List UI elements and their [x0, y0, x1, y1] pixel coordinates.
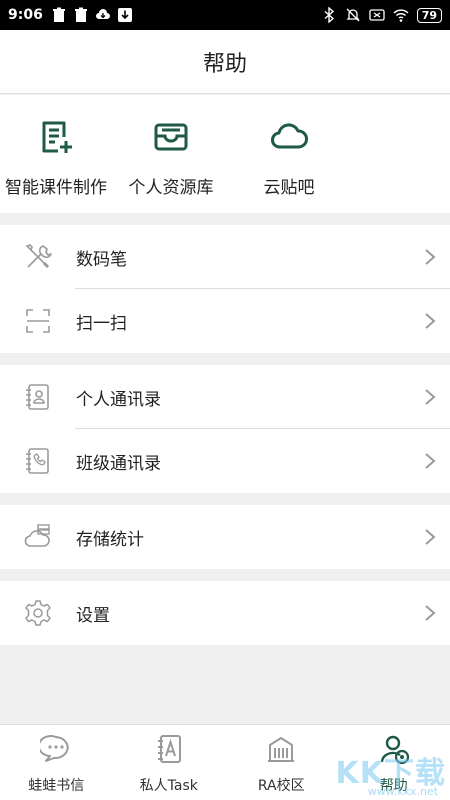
download-icon	[117, 8, 132, 22]
status-time: 9:06	[8, 7, 43, 23]
tab-label: 私人Task	[139, 778, 198, 794]
phone-book-icon	[26, 448, 49, 474]
chevron-right-icon	[425, 313, 436, 329]
menu-label: 班级通讯录	[76, 453, 161, 474]
chevron-right-icon	[425, 249, 436, 265]
watermark-url: www.kkx.net	[367, 785, 438, 798]
shortcut-cloud-forum[interactable]: 云贴吧	[230, 95, 348, 213]
tab-label: 蛙蛙书信	[28, 778, 85, 794]
menu-label: 数码笔	[76, 249, 127, 270]
page-title: 帮助	[202, 51, 247, 77]
shortcut-label: 云贴吧	[263, 178, 315, 198]
menu-label: 个人通讯录	[76, 389, 161, 410]
chat-bubble-icon	[40, 735, 69, 762]
menu-group-tools: 数码笔 扫一扫	[0, 225, 450, 353]
shortcut-label: 智能课件制作	[5, 178, 107, 198]
menu-item-personal-contacts[interactable]: 个人通讯录	[0, 365, 450, 429]
page-header: 帮助	[0, 30, 450, 94]
scan-icon	[26, 309, 50, 333]
menu-label: 存储统计	[76, 529, 144, 550]
menu-item-class-contacts[interactable]: 班级通讯录	[0, 429, 450, 493]
status-bar: 9:06 79	[0, 0, 450, 30]
trash-icon	[52, 7, 65, 22]
menu-group-settings: 设置	[0, 581, 450, 645]
tab-letters[interactable]: 蛙蛙书信	[0, 725, 113, 800]
tab-private-task[interactable]: 私人Task	[113, 725, 226, 800]
menu-item-digital-pen[interactable]: 数码笔	[0, 225, 450, 289]
chevron-right-icon	[425, 453, 436, 469]
chevron-right-icon	[425, 529, 436, 545]
gear-icon	[25, 600, 51, 626]
cloud-icon	[271, 123, 308, 149]
inbox-tray-icon	[154, 123, 188, 151]
tools-icon	[25, 244, 52, 269]
cloud-storage-icon	[24, 524, 50, 547]
menu-item-scan[interactable]: 扫一扫	[0, 289, 450, 353]
campus-building-icon	[268, 737, 295, 762]
document-plus-icon	[42, 121, 72, 153]
menu-item-storage-stats[interactable]: 存储统计	[0, 505, 450, 569]
sim-off-icon	[369, 9, 385, 21]
notebook-a-icon	[157, 735, 181, 763]
shortcut-personal-library[interactable]: 个人资源库	[112, 95, 230, 213]
bell-off-icon	[346, 8, 360, 22]
tab-ra-campus[interactable]: RA校区	[225, 725, 338, 800]
menu-group-contacts: 个人通讯录 班级通讯录	[0, 365, 450, 493]
shortcut-smart-courseware[interactable]: 智能课件制作	[0, 95, 112, 213]
menu-label: 扫一扫	[76, 313, 127, 334]
menu-group-storage: 存储统计	[0, 505, 450, 569]
wifi-icon	[393, 9, 409, 22]
address-book-icon	[26, 384, 49, 410]
chevron-right-icon	[425, 389, 436, 405]
shortcut-label: 个人资源库	[128, 178, 214, 198]
chevron-right-icon	[425, 605, 436, 621]
tab-label: RA校区	[257, 778, 305, 794]
menu-label: 设置	[76, 605, 110, 626]
menu-item-settings[interactable]: 设置	[0, 581, 450, 645]
cloud-download-icon	[95, 9, 110, 19]
bluetooth-icon	[324, 7, 334, 23]
battery-level: 79	[416, 7, 442, 23]
trash-icon	[74, 7, 87, 22]
shortcut-grid: 智能课件制作 个人资源库 云贴吧	[0, 95, 450, 213]
